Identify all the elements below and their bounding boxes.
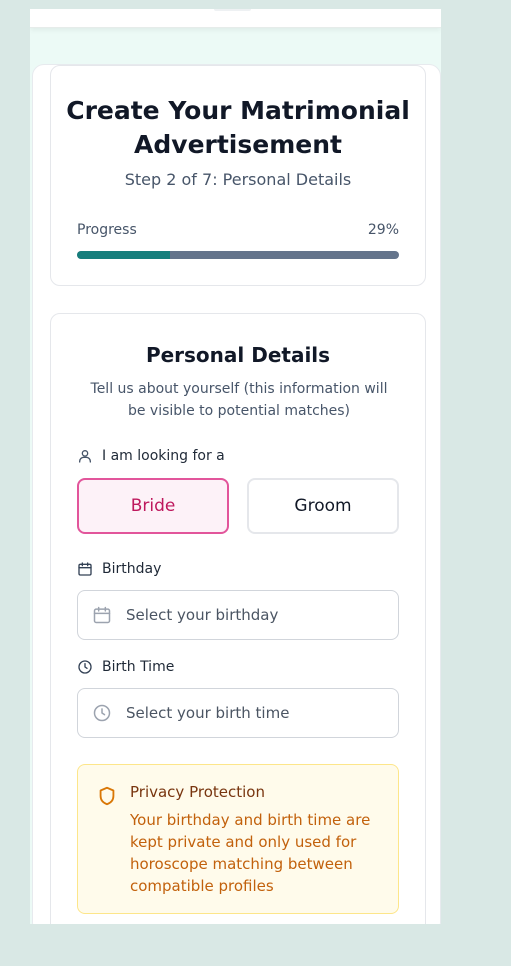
looking-for-label-text: I am looking for a	[102, 448, 225, 464]
progress-bar	[77, 251, 399, 259]
birth-time-placeholder: Select your birth time	[126, 704, 290, 722]
content-container: Create Your Matrimonial Advertisement St…	[32, 64, 441, 924]
personal-details-card: Personal Details Tell us about yourself …	[50, 313, 426, 924]
birthday-field[interactable]: Select your birthday	[77, 590, 399, 640]
header-card: Create Your Matrimonial Advertisement St…	[50, 65, 426, 286]
progress-bar-fill	[77, 251, 171, 259]
section-title: Personal Details	[145, 343, 331, 367]
groom-option-button[interactable]: Groom	[247, 478, 399, 534]
step-indicator: Step 2 of 7: Personal Details	[124, 170, 352, 189]
birth-time-label: Birth Time	[77, 659, 174, 675]
looking-for-label: I am looking for a	[77, 448, 225, 464]
birth-time-field[interactable]: Select your birth time	[77, 688, 399, 738]
progress-label: Progress	[77, 222, 137, 238]
privacy-notice: Privacy Protection Your birthday and bir…	[77, 764, 399, 914]
birthday-label-text: Birthday	[102, 561, 162, 577]
birthday-label: Birthday	[77, 561, 161, 577]
birth-time-label-text: Birth Time	[102, 659, 175, 675]
birthday-placeholder: Select your birthday	[126, 606, 279, 624]
top-bar	[30, 9, 441, 28]
privacy-notice-title: Privacy Protection	[130, 783, 265, 801]
calendar-icon	[93, 606, 111, 624]
app-screen: Create Your Matrimonial Advertisement St…	[30, 9, 441, 924]
calendar-icon	[78, 562, 92, 576]
shield-icon	[99, 786, 115, 806]
progress-value: 29%	[367, 222, 399, 238]
page-title: Create Your Matrimonial Advertisement	[66, 96, 410, 159]
bride-option-button[interactable]: Bride	[77, 478, 229, 534]
drag-handle	[214, 9, 251, 11]
clock-icon	[93, 704, 111, 722]
privacy-notice-text: Your birthday and birth time are kept pr…	[130, 811, 371, 895]
user-icon	[79, 450, 91, 463]
clock-icon	[78, 660, 92, 674]
section-description: Tell us about yourself (this information…	[90, 381, 388, 419]
